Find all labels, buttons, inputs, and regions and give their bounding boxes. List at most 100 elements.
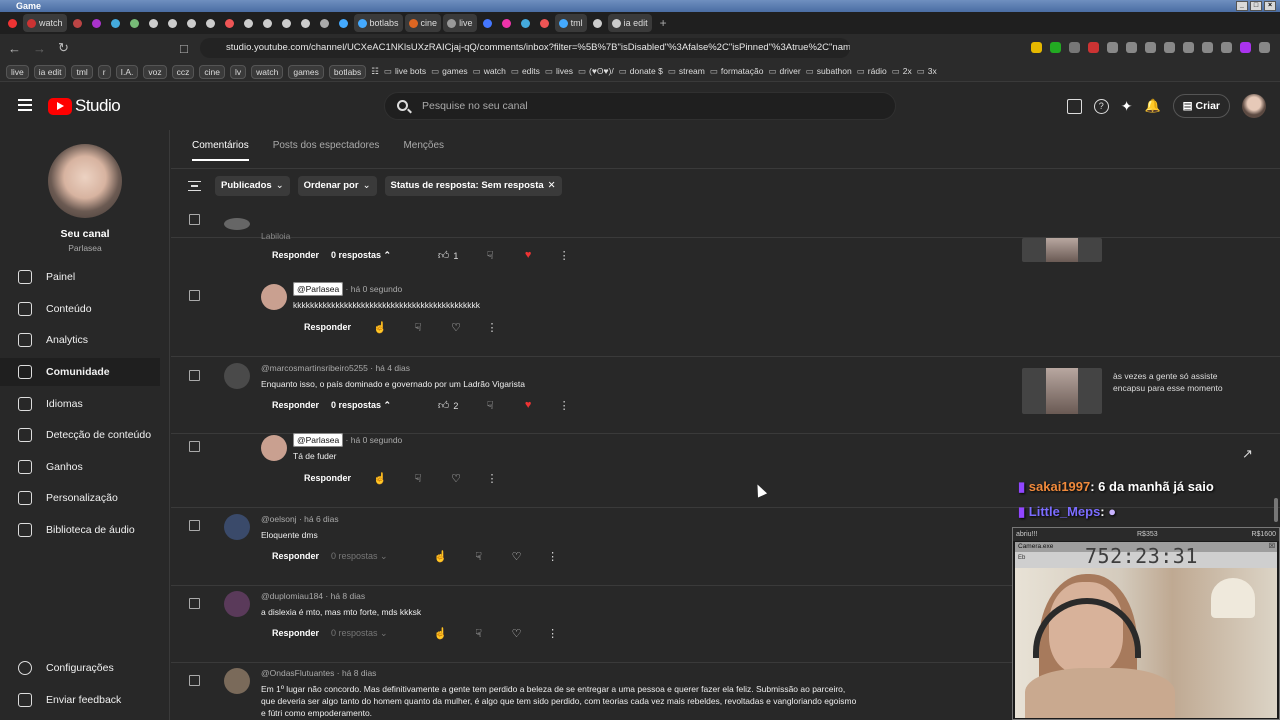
bookmark-folder[interactable]: driver — [768, 66, 800, 77]
browser-tab[interactable] — [107, 14, 124, 32]
video-thumbnail[interactable] — [1022, 238, 1102, 262]
extension-icon[interactable] — [1183, 42, 1194, 53]
comment-author[interactable]: @Parlasea — [293, 433, 344, 447]
dislike-button[interactable]: ☟ — [399, 321, 437, 334]
comment-checkbox[interactable] — [189, 290, 200, 301]
bookmark-folder[interactable]: stream — [668, 66, 705, 77]
browser-tab[interactable] — [589, 14, 606, 32]
like-button[interactable]: ☝ — [361, 321, 399, 334]
comment-time[interactable]: há 0 segundo — [351, 284, 403, 294]
minimize-button[interactable]: _ — [1236, 1, 1248, 11]
bookmark-folder[interactable]: watch — [473, 66, 506, 77]
replies-toggle[interactable]: 0 respostas ⌄ — [331, 628, 388, 639]
browser-tab[interactable] — [316, 14, 333, 32]
extension-icon[interactable] — [1164, 42, 1175, 53]
browser-tab[interactable] — [183, 14, 200, 32]
comment-author[interactable]: @OndasFlutuantes — [261, 668, 334, 678]
forward-arrow-icon[interactable]: → — [33, 41, 46, 56]
comment-time[interactable]: há 6 dias — [304, 514, 339, 524]
browser-tab[interactable]: cine — [404, 14, 442, 32]
browser-tab[interactable] — [498, 14, 515, 32]
comment-author[interactable]: @Parlasea — [293, 282, 344, 296]
extension-icon[interactable] — [1088, 42, 1099, 53]
browser-tab[interactable] — [202, 14, 219, 32]
commenter-avatar[interactable] — [224, 591, 250, 617]
comment-checkbox[interactable] — [189, 675, 200, 686]
close-icon[interactable]: ✕ — [548, 180, 556, 191]
published-filter[interactable]: Publicados ⌄ — [215, 176, 290, 196]
bookmark-folder[interactable]: subathon — [806, 66, 852, 77]
video-title[interactable]: às vezes a gente só assiste encapsu para… — [1113, 370, 1243, 394]
browser-tab[interactable] — [69, 14, 86, 32]
bookmark-folder[interactable]: rádio — [857, 66, 887, 77]
scrollbar[interactable] — [1274, 498, 1278, 522]
more-options-button[interactable]: ⋮ — [547, 399, 581, 412]
replies-toggle[interactable]: 0 respostas ⌃ — [331, 400, 391, 411]
bookmark-chip[interactable]: I.A. — [115, 64, 139, 79]
open-external-icon[interactable]: ↗ — [1242, 446, 1253, 462]
heart-button[interactable]: ♥ — [509, 249, 547, 261]
sidebar-item-gear[interactable]: Configurações — [0, 654, 160, 682]
reply-button[interactable]: Responder — [262, 546, 329, 566]
dislike-button[interactable]: ☟ — [460, 627, 498, 640]
new-tab-button[interactable]: + — [660, 16, 667, 30]
browser-tab[interactable] — [297, 14, 314, 32]
search-input[interactable]: Pesquise no seu canal — [384, 92, 896, 120]
comment-checkbox[interactable] — [189, 370, 200, 381]
bookmark-folder[interactable]: edits — [511, 66, 540, 77]
bookmark-chip[interactable]: games — [288, 64, 324, 79]
browser-tab[interactable] — [240, 14, 257, 32]
bookmark-chip[interactable]: live — [6, 64, 29, 79]
sidebar-item-subtitles[interactable]: Idiomas — [0, 390, 160, 418]
sidebar-item-copyright[interactable]: Detecção de conteúdo — [0, 421, 160, 449]
browser-tab[interactable] — [164, 14, 181, 32]
bookmark-folder[interactable]: live bots — [384, 66, 426, 77]
heart-button[interactable]: ♡ — [498, 550, 536, 563]
sidebar-item-community[interactable]: Comunidade — [0, 358, 160, 386]
sparkle-icon[interactable]: ✦ — [1121, 98, 1133, 115]
extension-icon[interactable] — [1202, 42, 1213, 53]
bookmark-chip[interactable]: botlabs — [328, 64, 367, 79]
menu-icon[interactable] — [18, 99, 32, 111]
bookmark-chip[interactable]: watch — [251, 64, 284, 79]
heart-button[interactable]: ♥ — [509, 399, 547, 411]
extension-icon[interactable] — [1107, 42, 1118, 53]
sidebar-item-dashboard[interactable]: Painel — [0, 263, 160, 291]
bookmark-folder[interactable]: 2x — [892, 66, 912, 77]
bookmark-folder[interactable]: formatação — [710, 66, 764, 77]
commenter-avatar[interactable] — [261, 435, 287, 461]
browser-tab[interactable]: ia edit — [607, 14, 652, 32]
browser-tab[interactable] — [517, 14, 534, 32]
comment-time[interactable]: há 0 segundo — [351, 435, 403, 445]
reply-button[interactable]: Responder — [294, 317, 361, 337]
heart-button[interactable]: ♡ — [498, 627, 536, 640]
heart-button[interactable]: ♡ — [437, 321, 475, 334]
browser-tab[interactable] — [4, 14, 21, 32]
apps-grid-icon[interactable]: ☷ — [371, 66, 379, 77]
reply-button[interactable]: Responder — [262, 245, 329, 265]
sidebar-item-audio-library[interactable]: Biblioteca de áudio — [0, 516, 160, 544]
comment-checkbox[interactable] — [189, 441, 200, 452]
bookmark-folder[interactable]: lives — [545, 66, 573, 77]
browser-tab[interactable] — [278, 14, 295, 32]
select-all-checkbox[interactable] — [189, 214, 200, 225]
more-options-button[interactable]: ⋮ — [536, 627, 570, 640]
sidebar-item-feedback[interactable]: Enviar feedback — [0, 686, 160, 714]
help-icon[interactable]: ? — [1093, 98, 1109, 114]
dislike-button[interactable]: ☟ — [471, 399, 509, 412]
bookmark-chip[interactable]: lv — [229, 64, 247, 79]
more-options-button[interactable]: ⋮ — [547, 249, 581, 262]
dislike-button[interactable]: ☟ — [471, 249, 509, 262]
heart-button[interactable]: ♡ — [437, 472, 475, 485]
comment-time[interactable]: há 8 dias — [342, 668, 377, 678]
sidebar-item-analytics[interactable]: Analytics — [0, 326, 160, 354]
filter-icon[interactable] — [188, 181, 201, 191]
comment-checkbox[interactable] — [189, 520, 200, 531]
create-button[interactable]: ▤ Criar — [1172, 94, 1230, 118]
close-button[interactable]: × — [1264, 1, 1276, 11]
bookmark-folder[interactable]: donate $ — [619, 66, 663, 77]
bookmark-chip[interactable]: ia edit — [33, 64, 67, 79]
comment-author[interactable]: @duplomiau184 — [261, 591, 323, 601]
commenter-avatar[interactable] — [224, 363, 250, 389]
like-button[interactable]: 👍︎ 2 — [425, 399, 471, 412]
